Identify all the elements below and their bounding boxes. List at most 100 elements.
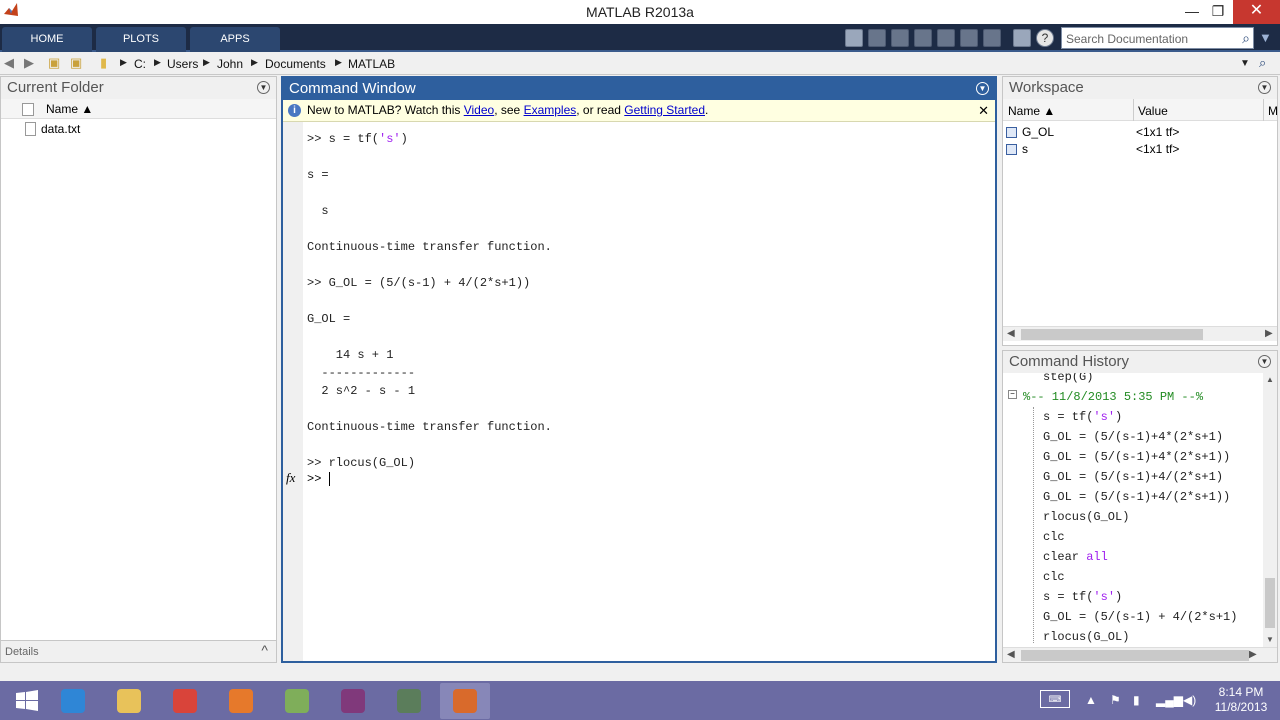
workspace-horizontal-scrollbar[interactable]: ◀ ▶ [1003,326,1277,341]
taskbar-onenote-button[interactable] [328,683,378,719]
command-window-panel[interactable]: Command Window ▼ i New to MATLAB? Watch … [281,76,997,663]
switch-windows-icon[interactable] [1013,29,1031,47]
tab-apps[interactable]: APPS [190,27,280,52]
history-entry[interactable]: rlocus(G_OL) [1043,510,1129,524]
command-prompt[interactable]: >> [307,472,330,486]
history-entry[interactable]: clc [1043,570,1065,584]
scroll-left-icon[interactable]: ◀ [1007,649,1015,660]
workspace-row[interactable]: G_OL <1x1 tf> [1003,124,1277,141]
save-all-icon[interactable] [868,29,886,47]
taskbar-clock[interactable]: 8:14 PM 11/8/2013 [1206,685,1276,715]
taskbar-snipping-button[interactable] [384,683,434,719]
history-entry[interactable]: clc [1043,530,1065,544]
getting-started-link[interactable]: Getting Started [624,103,705,117]
command-line [307,436,552,454]
taskbar-notepad-button[interactable] [272,683,322,719]
copy-icon[interactable] [914,29,932,47]
scrollbar-thumb[interactable] [1021,329,1203,340]
search-documentation-field[interactable]: Search Documentation ⌕ [1061,27,1254,49]
taskbar-firefox-button[interactable] [216,683,266,719]
path-dropdown-icon[interactable]: ▼ [1240,58,1250,69]
browse-folder-icon[interactable]: ▣ [70,55,82,71]
function-browser-icon[interactable]: fx [286,470,295,486]
redo-icon[interactable] [983,29,1001,47]
breadcrumb-c[interactable]: C: [134,57,146,71]
panel-menu-icon[interactable]: ▼ [1258,81,1271,94]
file-row[interactable]: data.txt [1,120,276,138]
breadcrumb-matlab[interactable]: MATLAB [348,57,395,71]
taskbar-internet-explorer-button[interactable] [48,683,98,719]
undo-icon[interactable] [960,29,978,47]
name-column-header[interactable]: Name ▲ [1,99,276,119]
taskbar-matlab-button[interactable] [440,683,490,719]
history-entry[interactable]: clear all [1043,550,1108,564]
chevron-up-icon[interactable]: ^ [261,642,268,658]
help-icon[interactable]: ? [1036,29,1054,47]
history-entry[interactable]: G_OL = (5/(s-1)+4/(2*s+1)) [1043,490,1230,504]
breadcrumb-users[interactable]: Users [167,57,198,71]
network-icon[interactable]: ▂▄▆ [1156,693,1183,707]
line-text: >> s = tf( [307,132,380,146]
forward-icon[interactable]: ▶ [24,55,34,71]
history-entry[interactable]: G_OL = (5/(s-1)+4*(2*s+1)) [1043,450,1230,464]
examples-link[interactable]: Examples [524,103,577,117]
search-icon[interactable]: ⌕ [1242,30,1250,47]
close-button[interactable]: ✕ [1233,0,1280,24]
tab-home[interactable]: HOME [2,27,92,52]
cut-icon[interactable] [891,29,909,47]
history-entry[interactable]: G_OL = (5/(s-1) + 4/(2*s+1) [1043,610,1237,624]
back-icon[interactable]: ◀ [4,55,14,71]
history-entry[interactable]: step(G) [1043,373,1093,384]
scroll-left-icon[interactable]: ◀ [1007,328,1015,339]
workspace-row[interactable]: s <1x1 tf> [1003,141,1277,158]
collapse-icon[interactable]: − [1008,390,1017,399]
current-folder-title: Current Folder [7,79,104,96]
save-icon[interactable] [845,29,863,47]
history-entry[interactable]: s = tf('s') [1043,410,1122,424]
taskbar-chrome-button[interactable] [160,683,210,719]
power-icon[interactable]: ▮ [1133,693,1140,707]
volume-icon[interactable]: ◀) [1183,693,1196,707]
history-entry[interactable]: rlocus(G_OL) [1043,630,1129,644]
show-hidden-icons-icon[interactable]: ▲ [1085,693,1097,707]
history-session-stamp[interactable]: %-- 11/8/2013 5:35 PM --% [1023,390,1203,404]
address-bar: ◀ ▶ ▣ ▣ ▮ ▶ C: ▶ Users ▶ John ▶ Document… [0,52,1280,75]
search-folder-icon[interactable]: ⌕ [1259,55,1266,71]
restore-button[interactable]: ❐ [1201,0,1235,24]
history-vertical-scrollbar[interactable]: ▲ ▼ [1263,373,1277,647]
video-link[interactable]: Video [464,103,494,117]
snipping-icon [397,689,421,713]
taskbar-file-explorer-button[interactable] [104,683,154,719]
scroll-right-icon[interactable]: ▶ [1249,649,1257,660]
close-banner-icon[interactable]: ✕ [978,100,989,121]
start-icon [15,689,39,713]
history-horizontal-scrollbar[interactable]: ◀ ▶ [1003,647,1277,662]
value-column-header[interactable]: Value [1138,104,1168,118]
tab-plots[interactable]: PLOTS [96,27,186,52]
details-bar[interactable]: Details ^ [1,640,276,662]
history-text: G_OL = (5/(s-1)+4*(2*s+1)) [1043,450,1231,464]
panel-menu-icon[interactable]: ▼ [257,81,270,94]
min-column-header[interactable]: M [1268,104,1278,118]
scroll-down-icon[interactable]: ▼ [1266,635,1274,644]
filter-icon[interactable]: ▼ [1259,30,1272,45]
scrollbar-thumb[interactable] [1265,578,1275,628]
action-center-flag-icon[interactable]: ⚑ [1110,693,1121,707]
scrollbar-thumb[interactable] [1021,650,1249,661]
history-text: rlocus(G_OL) [1043,630,1130,644]
history-entry[interactable]: G_OL = (5/(s-1)+4*(2*s+1) [1043,430,1223,444]
up-folder-icon[interactable]: ▣ [48,55,60,71]
panel-menu-icon[interactable]: ▼ [1258,355,1271,368]
scroll-up-icon[interactable]: ▲ [1266,375,1274,384]
paste-icon[interactable] [937,29,955,47]
taskbar-start-button[interactable] [2,683,52,719]
history-entry[interactable]: s = tf('s') [1043,590,1122,604]
panel-menu-icon[interactable]: ▼ [976,82,989,95]
history-entry[interactable]: G_OL = (5/(s-1)+4/(2*s+1) [1043,470,1223,484]
scroll-right-icon[interactable]: ▶ [1265,328,1273,339]
name-column-header[interactable]: Name ▲ [1008,104,1055,118]
keyboard-icon[interactable]: ⌨ [1040,690,1070,708]
breadcrumb-documents[interactable]: Documents [265,57,326,71]
clock-date: 11/8/2013 [1214,700,1268,714]
breadcrumb-john[interactable]: John [217,57,243,71]
